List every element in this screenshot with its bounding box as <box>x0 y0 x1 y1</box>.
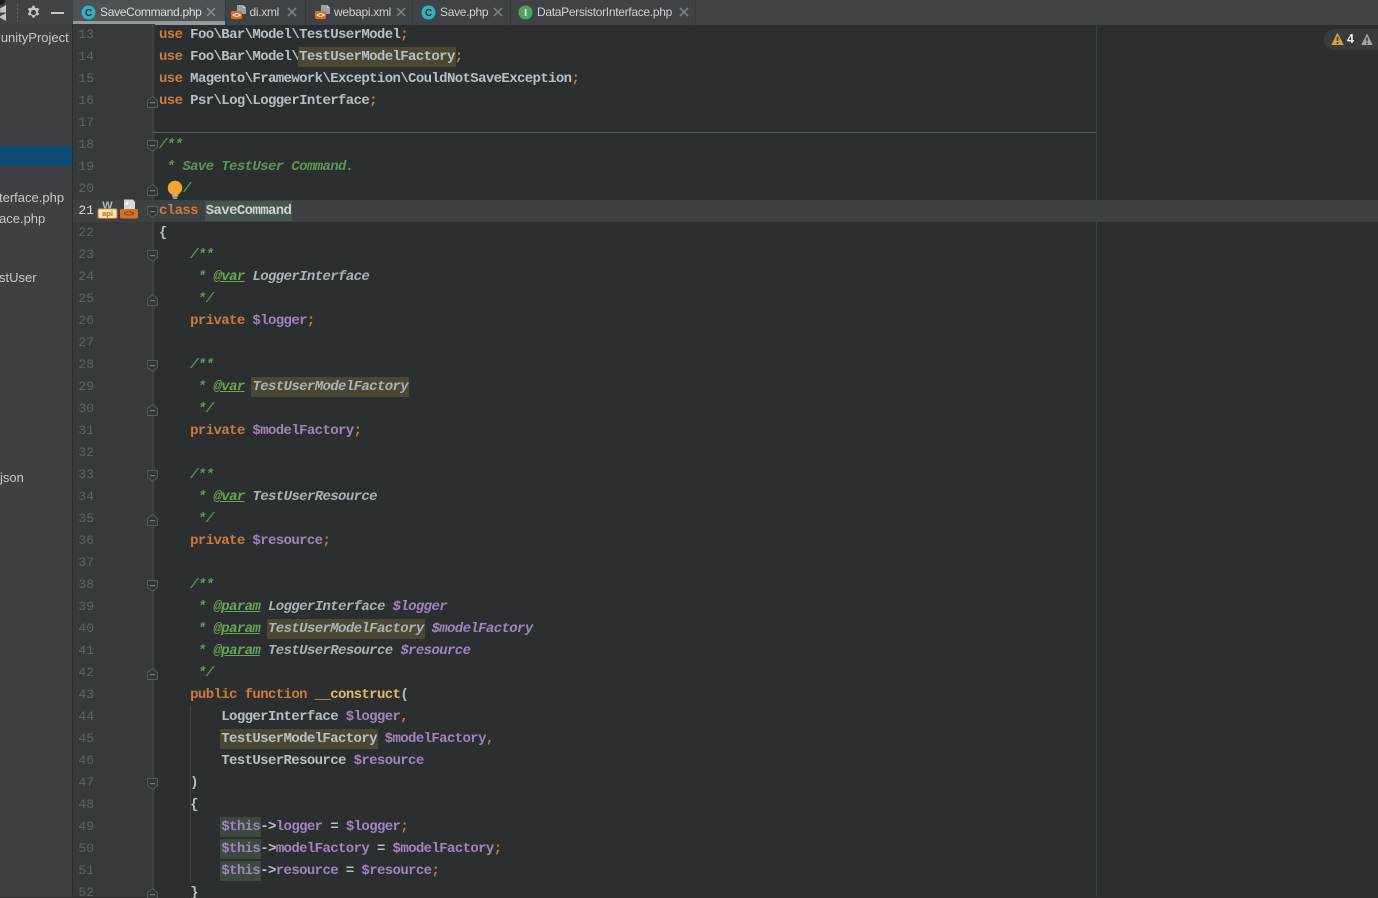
svg-text:<>: <> <box>124 209 135 219</box>
svg-text:<>: <> <box>232 10 241 19</box>
svg-text:api: api <box>102 209 113 218</box>
svg-text:C: C <box>85 8 92 19</box>
svg-text:<>: <> <box>316 10 325 19</box>
svg-text:C: C <box>425 8 432 19</box>
